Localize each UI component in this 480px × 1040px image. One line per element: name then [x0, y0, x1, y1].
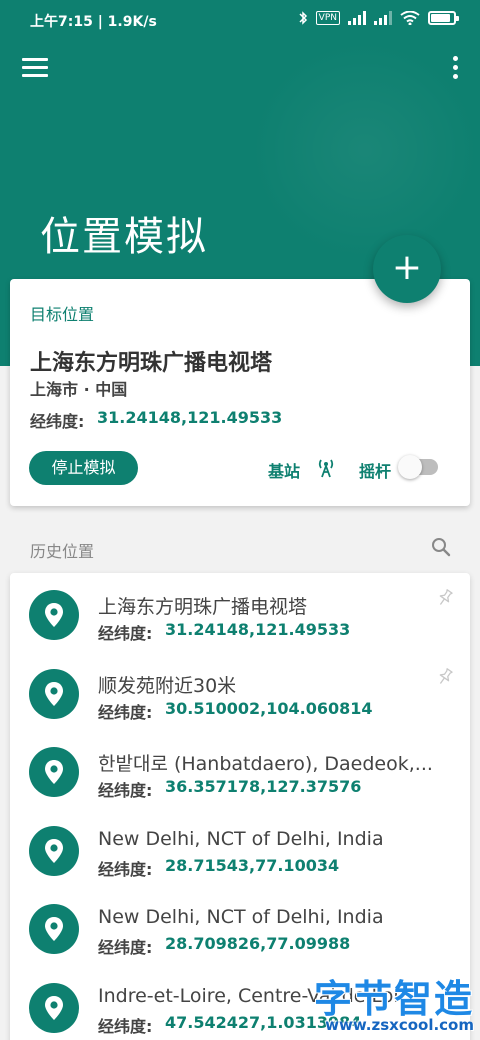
target-section-label: 目标位置 [30, 305, 95, 324]
battery-icon [428, 11, 459, 25]
history-item-title: 上海东方明珠广播电视塔 [98, 596, 308, 618]
pin-icon[interactable] [435, 667, 455, 687]
joystick-toggle[interactable] [398, 455, 438, 479]
antenna-icon[interactable] [314, 455, 338, 479]
history-item[interactable]: New Delhi, NCT of Delhi, India 经纬度: 28.709… [10, 889, 470, 967]
target-name: 上海东方明珠广播电视塔 [30, 351, 273, 376]
location-pin-icon [29, 904, 79, 954]
location-pin-icon [29, 747, 79, 797]
history-list: 上海东方明珠广播电视塔 经纬度: 31.24148,121.49533 顺发苑附近30… [10, 573, 470, 1040]
history-item-coord-label: 经纬度: [98, 860, 153, 879]
status-time: 上午7:15 | 1.9K/s [30, 14, 157, 30]
history-item-title: 한밭대로 (Hanbatdaero), Daedeok,... [98, 753, 433, 775]
history-title: 历史位置 [30, 542, 95, 561]
history-item[interactable]: 顺发苑附近30米 经纬度: 30.510002,104.060814 [10, 654, 470, 732]
search-icon[interactable] [430, 536, 452, 558]
target-region: 上海市 · 中国 [30, 380, 128, 399]
history-item-coord-label: 经纬度: [98, 781, 153, 800]
menu-icon[interactable] [22, 55, 48, 79]
more-options-icon[interactable] [450, 55, 460, 79]
header-decoration [250, 40, 480, 260]
pin-icon[interactable] [435, 588, 455, 608]
history-item-coord-value: 28.71543,77.10034 [165, 856, 340, 875]
history-item[interactable]: 한밭대로 (Hanbatdaero), Daedeok,... 经纬度: 36.35… [10, 732, 470, 810]
history-item-coord-label: 经纬度: [98, 1017, 153, 1036]
vpn-badge: VPN [315, 11, 340, 25]
location-pin-icon [29, 669, 79, 719]
history-item-title: 顺发苑附近30米 [98, 675, 237, 697]
wifi-icon [400, 11, 420, 25]
history-item-title: New Delhi, NCT of Delhi, India [98, 906, 384, 928]
history-item[interactable]: 上海东方明珠广播电视塔 经纬度: 31.24148,121.49533 [10, 575, 470, 653]
location-pin-icon [29, 983, 79, 1033]
add-location-button[interactable]: + [373, 235, 441, 303]
history-item-coord-label: 经纬度: [98, 938, 153, 957]
battery-level [431, 14, 450, 22]
history-item[interactable]: New Delhi, NCT of Delhi, India 经纬度: 28.715… [10, 811, 470, 889]
history-item-coord-value: 30.510002,104.060814 [165, 699, 373, 718]
signal-2-icon [374, 11, 392, 25]
status-bar: 上午7:15 | 1.9K/s VPN [0, 0, 480, 40]
joystick-label: 摇杆 [359, 462, 392, 481]
bluetooth-icon [299, 11, 307, 25]
history-item-coord-label: 经纬度: [98, 703, 153, 722]
history-item-title: Indre-et-Loire, Centre-Val de Loi... [98, 985, 417, 1007]
stop-simulation-button[interactable]: 停止模拟 [29, 451, 138, 485]
base-station-label: 基站 [268, 462, 301, 481]
page-title: 位置模拟 [40, 214, 208, 260]
signal-icon [348, 11, 366, 25]
status-icons: VPN [298, 10, 459, 26]
target-coord-label: 经纬度: [30, 412, 85, 431]
history-item-coord-value: 36.357178,127.37576 [165, 777, 362, 796]
history-item-coord-value: 28.709826,77.09988 [165, 934, 351, 953]
location-pin-icon [29, 826, 79, 876]
history-item-title: New Delhi, NCT of Delhi, India [98, 828, 384, 850]
history-item[interactable]: Indre-et-Loire, Centre-Val de Loi... 经纬度:… [10, 968, 470, 1040]
history-item-coord-value: 31.24148,121.49533 [165, 620, 351, 639]
location-pin-icon [29, 590, 79, 640]
target-location-card: 目标位置 上海东方明珠广播电视塔 上海市 · 中国 经纬度: 31.24148,… [10, 279, 470, 506]
history-item-coord-value: 47.542427,1.0313984 [165, 1013, 362, 1032]
history-item-coord-label: 经纬度: [98, 624, 153, 643]
toggle-knob [398, 455, 422, 479]
target-coord-value: 31.24148,121.49533 [97, 408, 283, 427]
